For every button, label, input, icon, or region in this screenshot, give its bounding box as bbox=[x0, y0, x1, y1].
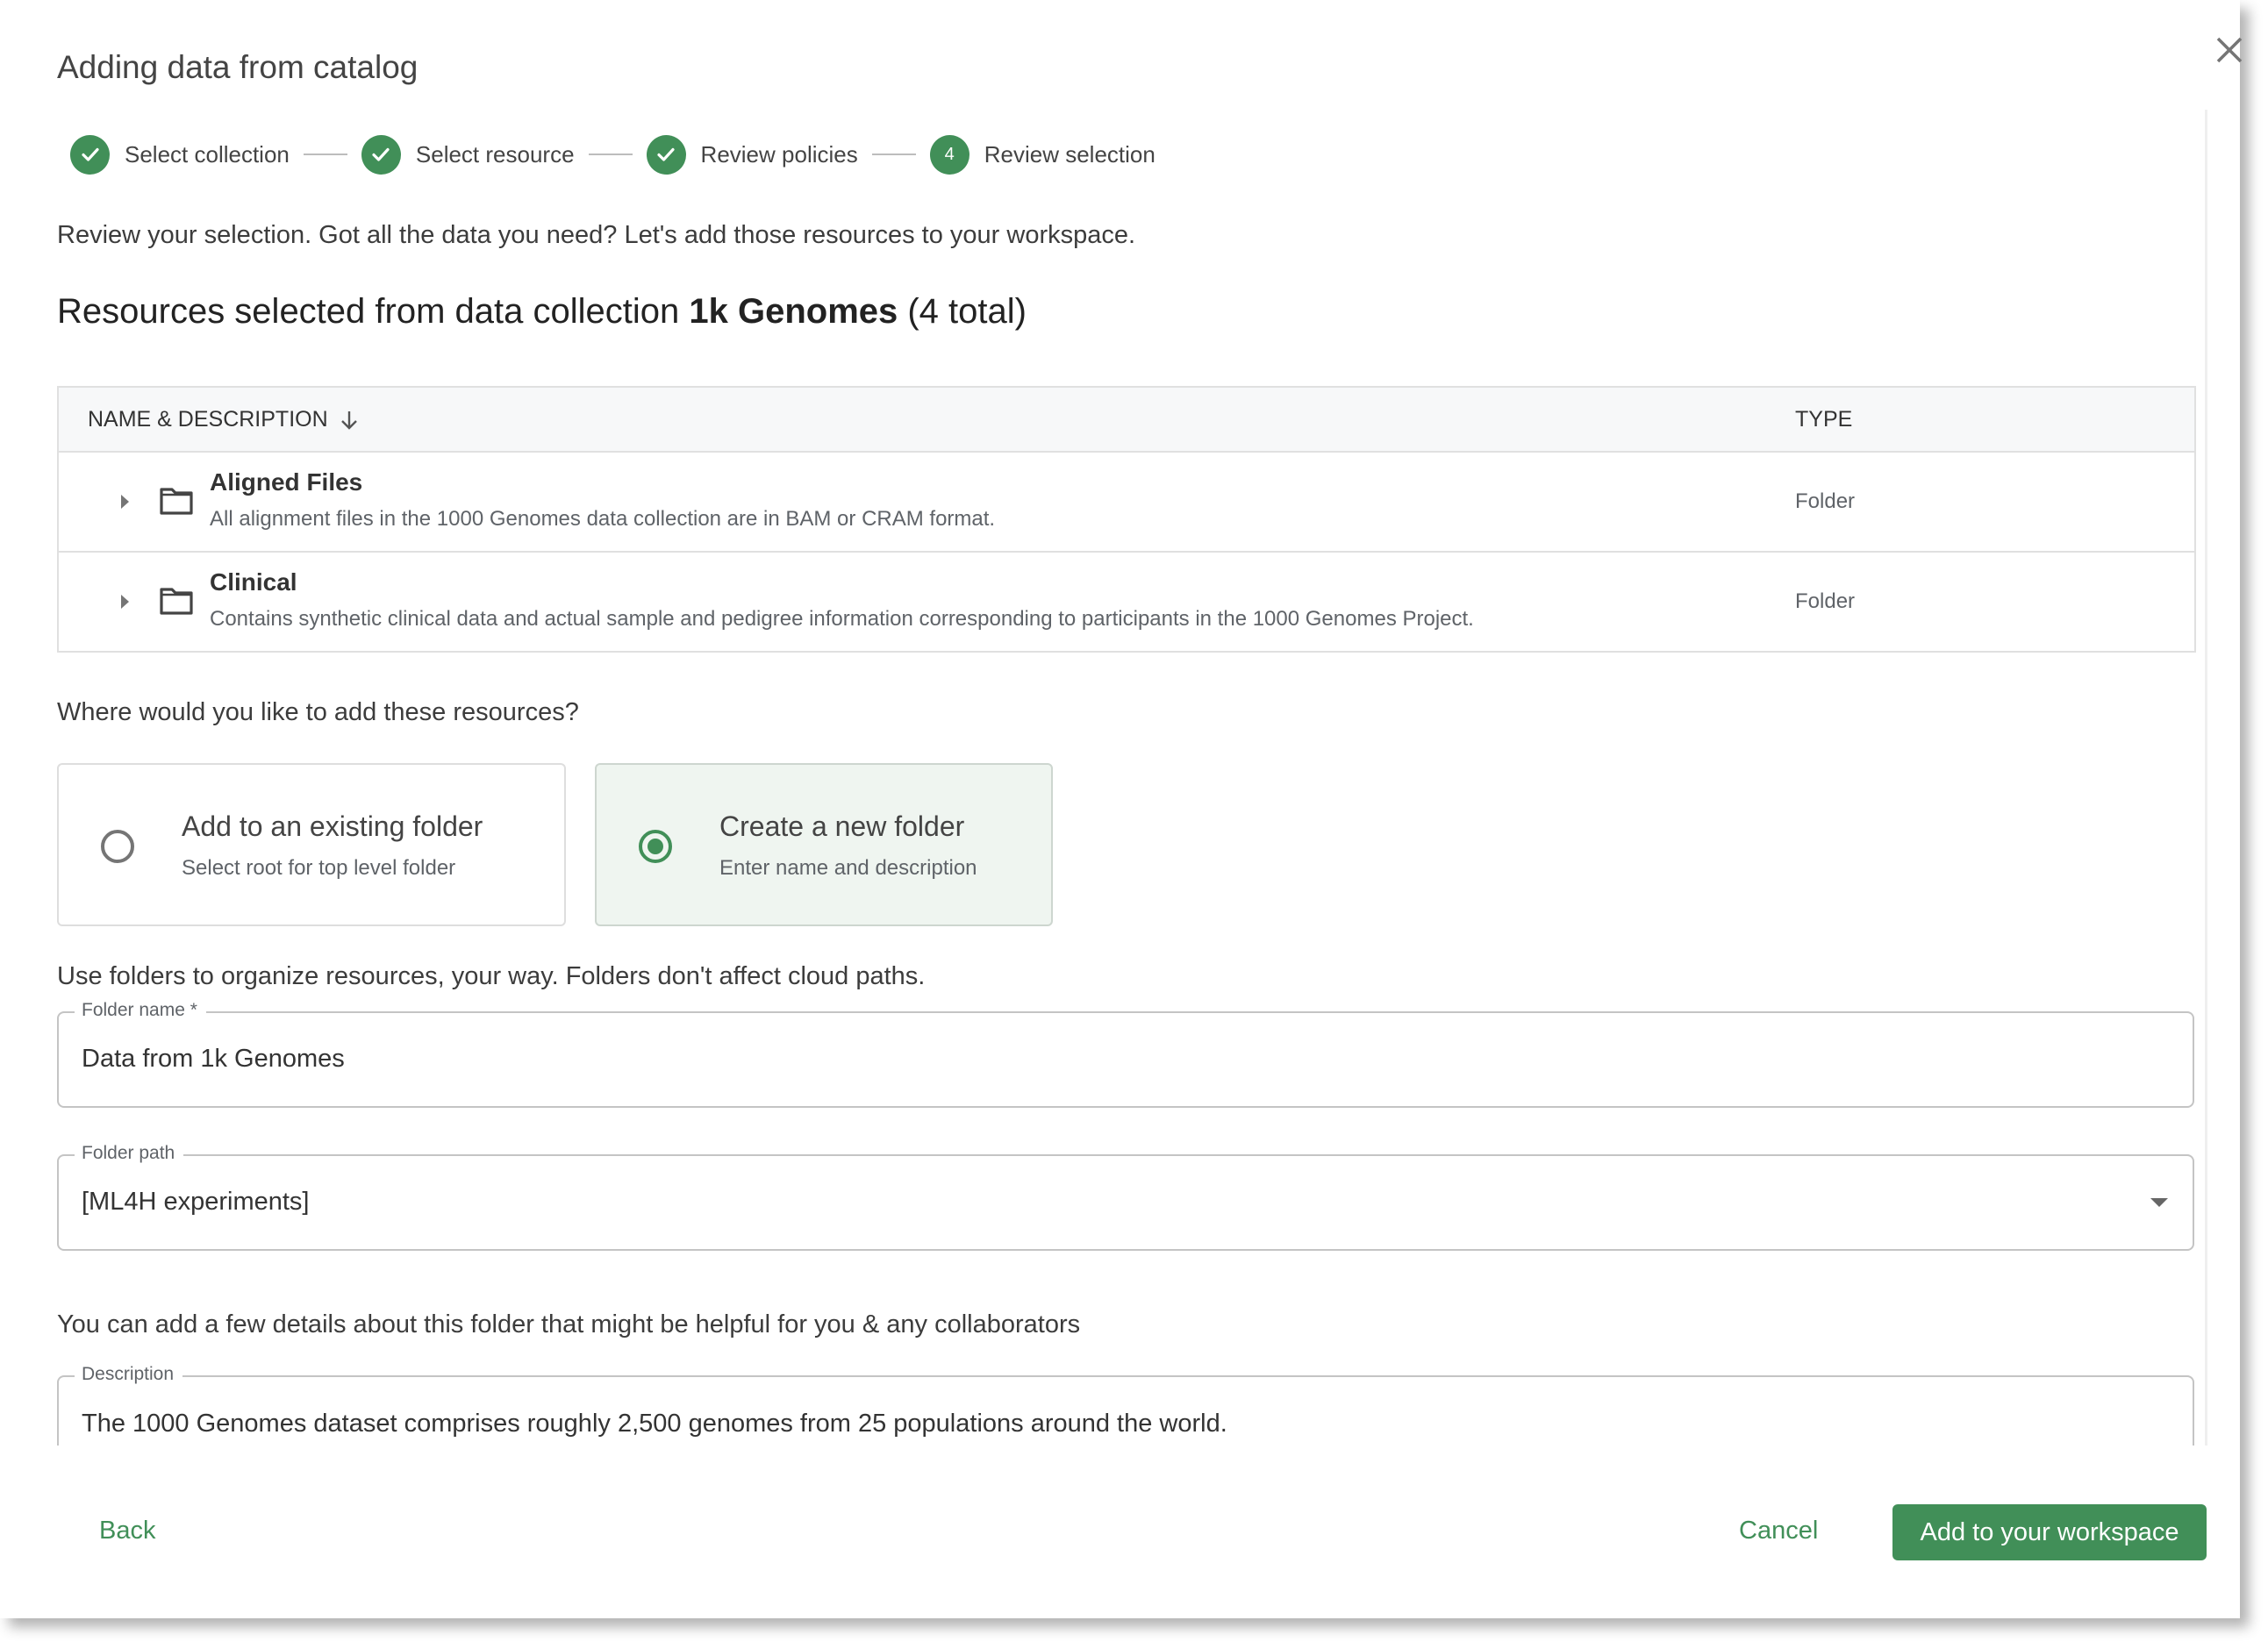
resource-type: Folder bbox=[1795, 489, 1856, 513]
step-select-collection: Select collection bbox=[70, 134, 290, 175]
stepper: Select collection Select resource Review… bbox=[70, 134, 1155, 175]
step-select-resource: Select resource bbox=[361, 134, 575, 175]
option-new-folder[interactable]: Create a new folder Enter name and descr… bbox=[595, 763, 1053, 926]
folder-name-field: Folder name * bbox=[57, 1000, 2194, 1108]
step-review-policies: Review policies bbox=[646, 134, 858, 175]
collection-name: 1k Genomes bbox=[689, 292, 898, 331]
folders-hint: Use folders to organize resources, your … bbox=[57, 962, 926, 990]
add-to-workspace-button[interactable]: Add to your workspace bbox=[1892, 1504, 2207, 1560]
caret-right-icon bbox=[121, 595, 129, 609]
heading-prefix: Resources selected from data collection bbox=[57, 292, 690, 331]
scrollbar[interactable] bbox=[2205, 110, 2207, 1478]
step-connector bbox=[871, 153, 916, 155]
folder-path-label: Folder path bbox=[75, 1143, 184, 1164]
step-label: Select resource bbox=[415, 140, 575, 168]
description-label: Description bbox=[75, 1364, 183, 1385]
column-header-name-label: NAME & DESCRIPTION bbox=[88, 407, 328, 432]
arrow-down-icon bbox=[340, 410, 357, 430]
scroll-clip bbox=[0, 1446, 2240, 1498]
add-data-dialog: Adding data from catalog Select collecti… bbox=[0, 0, 2243, 1618]
step-connector bbox=[588, 153, 633, 155]
option-subtitle: Select root for top level folder bbox=[182, 856, 456, 880]
resource-description: Contains synthetic clinical data and act… bbox=[210, 607, 1474, 631]
dialog-title: Adding data from catalog bbox=[57, 49, 419, 85]
caret-right-icon bbox=[121, 495, 129, 509]
resource-name: Clinical bbox=[210, 568, 297, 596]
folder-path-value: [ML4H experiments] bbox=[82, 1188, 310, 1216]
step-label: Review selection bbox=[984, 140, 1155, 168]
section-heading: Resources selected from data collection … bbox=[57, 292, 1027, 332]
back-button[interactable]: Back bbox=[99, 1517, 155, 1545]
folder-name-label: Folder name * bbox=[75, 1000, 206, 1021]
cancel-button[interactable]: Cancel bbox=[1739, 1517, 1818, 1545]
folder-name-input[interactable] bbox=[82, 1045, 2012, 1074]
description-input[interactable] bbox=[82, 1410, 2012, 1438]
resource-type: Folder bbox=[1795, 589, 1856, 613]
table-row: Aligned Files All alignment files in the… bbox=[59, 453, 2194, 553]
destination-question: Where would you like to add these resour… bbox=[57, 698, 579, 726]
table-row: Clinical Contains synthetic clinical dat… bbox=[59, 553, 2194, 651]
step-number: 4 bbox=[929, 134, 969, 175]
option-title: Create a new folder bbox=[719, 810, 965, 842]
resource-name: Aligned Files bbox=[210, 468, 363, 496]
expand-row-button[interactable] bbox=[115, 589, 136, 614]
folder-icon bbox=[160, 588, 193, 615]
option-subtitle: Enter name and description bbox=[719, 856, 977, 880]
option-existing-folder[interactable]: Add to an existing folder Select root fo… bbox=[57, 763, 566, 926]
check-icon bbox=[70, 134, 110, 175]
check-icon bbox=[361, 134, 401, 175]
step-label: Review policies bbox=[700, 140, 858, 168]
resource-description: All alignment files in the 1000 Genomes … bbox=[210, 507, 996, 531]
close-icon bbox=[2216, 37, 2243, 63]
expand-row-button[interactable] bbox=[115, 489, 136, 514]
step-connector bbox=[303, 153, 347, 155]
details-hint: You can add a few details about this fol… bbox=[57, 1310, 1081, 1338]
step-review-selection: 4 Review selection bbox=[929, 134, 1155, 175]
folder-icon bbox=[160, 488, 193, 515]
radio-new-folder[interactable] bbox=[639, 830, 672, 863]
check-icon bbox=[646, 134, 686, 175]
heading-suffix: (4 total) bbox=[898, 292, 1027, 331]
intro-text: Review your selection. Got all the data … bbox=[57, 221, 1136, 249]
option-title: Add to an existing folder bbox=[182, 810, 483, 842]
step-label: Select collection bbox=[125, 140, 290, 168]
folder-path-select[interactable]: Folder path [ML4H experiments] bbox=[57, 1143, 2194, 1251]
close-button[interactable] bbox=[2213, 33, 2246, 67]
table-header: NAME & DESCRIPTION TYPE bbox=[59, 388, 2194, 453]
dropdown-arrow-icon[interactable] bbox=[2150, 1198, 2168, 1207]
resources-table: NAME & DESCRIPTION TYPE Aligned Files Al… bbox=[57, 386, 2196, 653]
column-header-type: TYPE bbox=[1795, 407, 1853, 432]
column-header-name[interactable]: NAME & DESCRIPTION bbox=[88, 407, 360, 432]
radio-existing-folder[interactable] bbox=[101, 830, 134, 863]
